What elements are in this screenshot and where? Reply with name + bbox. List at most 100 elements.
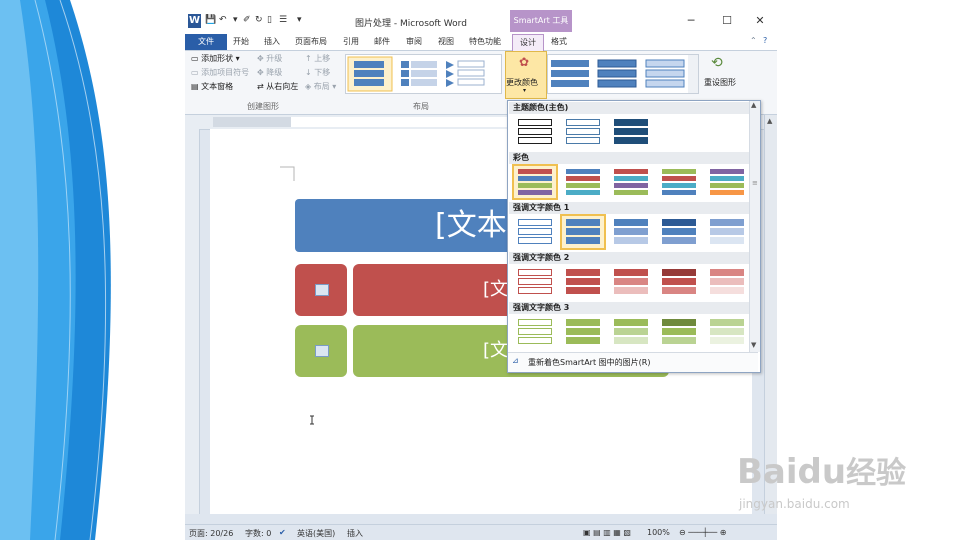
reset-graphic-button[interactable]: 重设图形	[704, 77, 736, 88]
zoom-slider[interactable]: ⊖ ───┼── ⊕	[679, 528, 726, 537]
dropdown-scrollbar[interactable]: ▲ ≡ ▼	[749, 101, 760, 352]
color-swatch[interactable]	[513, 115, 557, 149]
swatch-bar	[614, 319, 648, 326]
layout-button[interactable]: ◈ 布局 ▾	[305, 81, 336, 92]
tab-view[interactable]: 视图	[438, 36, 454, 47]
move-up-button[interactable]: ↑ 上移	[305, 53, 330, 64]
swatch-bar	[662, 319, 696, 326]
color-swatch[interactable]	[513, 315, 557, 349]
tab-design[interactable]: 设计	[512, 34, 544, 51]
add-bullet-button[interactable]: ▭ 添加项目符号	[191, 67, 249, 78]
scroll-down-icon[interactable]: ▼	[751, 341, 756, 349]
swatch-bar	[566, 319, 600, 326]
swatch-bar	[566, 269, 600, 276]
change-colors-button[interactable]: ✿ 更改颜色 ▾	[505, 51, 547, 99]
move-down-button[interactable]: ↓ 下移	[305, 67, 330, 78]
right-to-left-button[interactable]: ⇄ 从右向左	[257, 81, 298, 92]
tab-format[interactable]: 格式	[551, 36, 567, 47]
tab-file[interactable]: 文件	[185, 34, 227, 50]
color-swatch[interactable]	[561, 265, 605, 299]
vertical-ruler[interactable]	[185, 129, 200, 514]
tab-features[interactable]: 特色功能	[469, 36, 501, 47]
color-swatch[interactable]	[657, 315, 701, 349]
color-swatch[interactable]	[657, 265, 701, 299]
scroll-thumb[interactable]: ≡	[752, 179, 758, 187]
help-icon[interactable]: ?	[763, 36, 767, 45]
close-button[interactable]: ✕	[751, 14, 769, 27]
color-swatch[interactable]	[705, 315, 749, 349]
customize-qat-icon[interactable]: ▾	[297, 15, 302, 25]
ribbon-collapse-icon[interactable]: ⌃	[750, 36, 757, 45]
tab-insert[interactable]: 插入	[264, 36, 280, 47]
color-swatch[interactable]	[705, 215, 749, 249]
swatch-bar	[710, 190, 744, 195]
maximize-button[interactable]: ☐	[718, 14, 736, 27]
color-swatch[interactable]	[512, 164, 558, 200]
swatch-bar	[614, 119, 648, 126]
text-pane-button[interactable]: ▤ 文本窗格	[191, 81, 233, 92]
page-count[interactable]: 页面: 20/26	[189, 528, 233, 539]
demote-button[interactable]: ✥ 降级	[257, 67, 282, 78]
layout-gallery[interactable]	[345, 54, 502, 94]
smartart-row1-text: [文	[483, 279, 509, 300]
smartart-styles-gallery[interactable]	[547, 54, 699, 94]
color-swatch[interactable]	[609, 165, 653, 199]
format-painter-icon[interactable]: ✐	[243, 15, 251, 25]
save-icon[interactable]: 💾	[205, 15, 216, 25]
color-swatch[interactable]	[561, 115, 605, 149]
proofing-icon[interactable]: ✔	[279, 528, 286, 537]
smartart-picture-placeholder[interactable]	[295, 325, 347, 377]
color-swatch[interactable]	[609, 215, 653, 249]
slide-decoration	[0, 0, 111, 540]
tab-review[interactable]: 审阅	[406, 36, 422, 47]
language-indicator[interactable]: 英语(美国)	[297, 528, 335, 539]
promote-button[interactable]: ✥ 升级	[257, 53, 282, 64]
minimize-button[interactable]: ─	[682, 14, 700, 27]
bullets-icon[interactable]: ☰	[279, 15, 287, 25]
swatch-bar	[518, 128, 552, 135]
undo-icon[interactable]: ↶	[219, 15, 227, 25]
color-swatch[interactable]	[513, 265, 557, 299]
dropdown-arrow-icon[interactable]: ▾	[233, 15, 238, 25]
insert-mode[interactable]: 插入	[347, 528, 363, 539]
swatch-bar	[518, 237, 552, 244]
color-swatch[interactable]	[609, 315, 653, 349]
color-swatch[interactable]	[561, 315, 605, 349]
style-thumbnails	[551, 55, 698, 93]
color-swatch[interactable]	[609, 115, 653, 149]
color-swatch[interactable]	[657, 215, 701, 249]
scroll-up-icon[interactable]: ▲	[751, 101, 756, 109]
smartart-tools-label: SmartArt 工具	[510, 10, 572, 32]
color-swatch[interactable]	[657, 165, 701, 199]
color-swatch[interactable]	[705, 165, 749, 199]
smartart-picture-placeholder[interactable]	[295, 264, 347, 316]
color-swatch[interactable]	[609, 265, 653, 299]
view-buttons[interactable]: ▣ ▤ ▥ ▦ ▧	[583, 528, 631, 537]
swatch-bar	[662, 337, 696, 344]
swatch-bar	[614, 287, 648, 294]
word-count[interactable]: 字数: 0	[245, 528, 271, 539]
add-shape-button[interactable]: ▭ 添加形状 ▾	[191, 53, 240, 64]
color-swatch[interactable]	[513, 215, 557, 249]
tab-references[interactable]: 引用	[343, 36, 359, 47]
swatch-bar	[662, 190, 696, 195]
swatch-bar	[518, 269, 552, 276]
color-swatch[interactable]	[705, 265, 749, 299]
swatch-bar	[566, 328, 600, 335]
change-colors-label: 更改颜色	[506, 78, 538, 87]
tab-mailings[interactable]: 邮件	[374, 36, 390, 47]
swatch-bar	[614, 183, 648, 188]
swatch-bar	[614, 128, 648, 135]
zoom-level[interactable]: 100%	[647, 528, 670, 537]
recolor-icon: ⊿	[512, 356, 519, 365]
swatch-bar	[614, 219, 648, 226]
color-swatch[interactable]	[561, 165, 605, 199]
scroll-up-icon[interactable]: ▲	[767, 117, 772, 125]
tab-home[interactable]: 开始	[233, 36, 249, 47]
recolor-pictures-option[interactable]: ⊿ 重新着色SmartArt 图中的图片(R)	[508, 352, 758, 372]
new-doc-icon[interactable]: ▯	[267, 15, 272, 25]
tab-page-layout[interactable]: 页面布局	[295, 36, 327, 47]
refresh-icon[interactable]: ↻	[255, 15, 263, 25]
watermark-brand-cn: 经验	[846, 456, 907, 491]
color-swatch[interactable]	[560, 214, 606, 250]
